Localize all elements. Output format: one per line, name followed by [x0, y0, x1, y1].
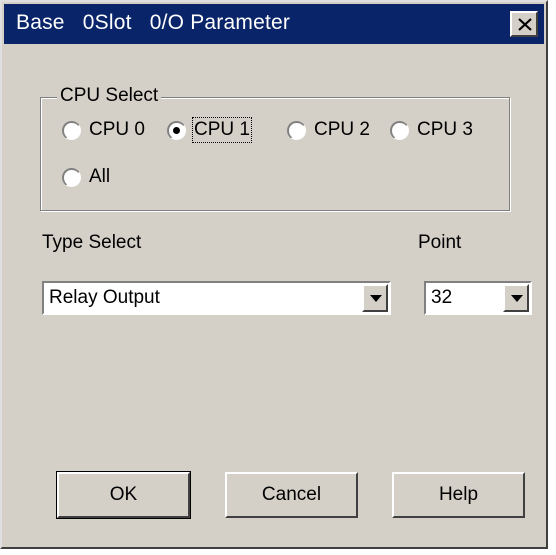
- cpu-select-legend: CPU Select: [57, 85, 162, 107]
- radio-cpu-1[interactable]: CPU 1: [167, 117, 252, 143]
- close-button[interactable]: [510, 11, 538, 37]
- radio-label-cpu-3: CPU 3: [417, 119, 473, 140]
- radio-button[interactable]: [62, 167, 81, 187]
- radio-button[interactable]: [287, 120, 306, 140]
- window-title: Base 0Slot 0/O Parameter: [16, 11, 291, 34]
- radio-all[interactable]: All: [62, 166, 110, 188]
- point-value: 32: [431, 287, 453, 308]
- io-parameter-dialog: Base 0Slot 0/O Parameter CPU Select CPU …: [0, 0, 548, 549]
- type-select-label: Type Select: [42, 232, 142, 253]
- type-select-value: Relay Output: [49, 287, 160, 308]
- point-label: Point: [418, 232, 462, 253]
- radio-cpu-2[interactable]: CPU 2: [287, 119, 370, 141]
- ok-button[interactable]: OK: [56, 471, 191, 519]
- radio-button[interactable]: [62, 120, 81, 140]
- radio-label-cpu-1: CPU 1: [192, 117, 252, 143]
- radio-button-selected[interactable]: [167, 120, 186, 140]
- radio-button[interactable]: [390, 120, 409, 140]
- cpu-select-group: [40, 97, 510, 211]
- radio-label-cpu-0: CPU 0: [89, 119, 145, 140]
- close-icon: [518, 18, 532, 31]
- radio-cpu-3[interactable]: CPU 3: [390, 119, 473, 141]
- radio-cpu-0[interactable]: CPU 0: [62, 119, 145, 141]
- chevron-down-icon[interactable]: [362, 284, 388, 312]
- type-select-dropdown[interactable]: Relay Output: [42, 281, 391, 315]
- help-button[interactable]: Help: [392, 472, 525, 518]
- title-bar[interactable]: Base 0Slot 0/O Parameter: [4, 4, 544, 44]
- cancel-button[interactable]: Cancel: [225, 472, 358, 518]
- radio-label-cpu-2: CPU 2: [314, 119, 370, 140]
- radio-label-all: All: [89, 166, 111, 187]
- chevron-down-icon[interactable]: [503, 284, 529, 312]
- point-dropdown[interactable]: 32: [424, 281, 532, 315]
